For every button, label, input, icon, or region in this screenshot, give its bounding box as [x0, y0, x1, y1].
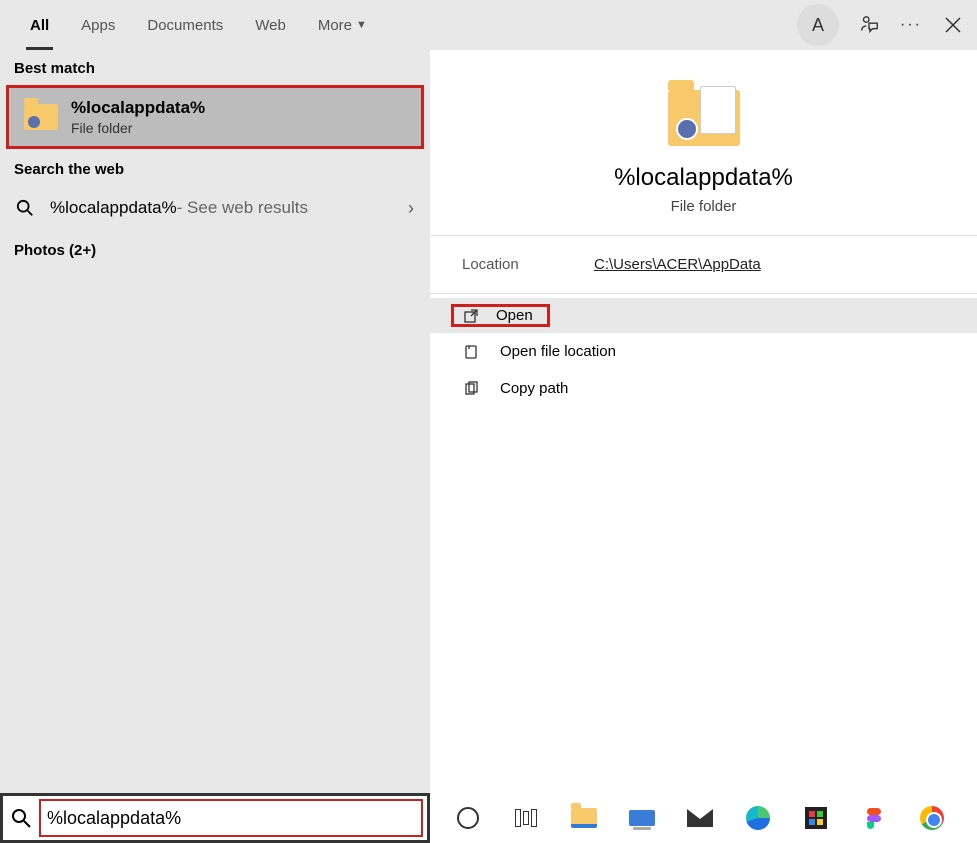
task-view-icon[interactable]: [512, 804, 540, 832]
cortana-icon[interactable]: [454, 804, 482, 832]
location-label: Location: [462, 256, 594, 273]
web-search-result[interactable]: %localappdata% - See web results ›: [0, 186, 430, 230]
chevron-right-icon: ›: [408, 198, 414, 219]
figma-icon[interactable]: [860, 804, 888, 832]
location-path[interactable]: C:\Users\ACER\AppData: [594, 256, 761, 273]
best-match-result[interactable]: %localappdata% File folder: [6, 85, 424, 149]
best-match-title: %localappdata%: [71, 98, 205, 118]
header-actions: A ···: [797, 0, 965, 50]
location-icon: [462, 344, 480, 360]
feedback-icon[interactable]: [857, 13, 881, 37]
action-copy-path[interactable]: Copy path: [430, 370, 977, 407]
edge-icon[interactable]: [744, 804, 772, 832]
best-match-heading: Best match: [0, 50, 430, 85]
search-web-heading: Search the web: [0, 151, 430, 186]
taskbar-icons: [430, 804, 946, 832]
user-avatar[interactable]: A: [797, 4, 839, 46]
folder-icon: [668, 90, 740, 146]
preview-title: %localappdata%: [614, 164, 793, 192]
action-open-location[interactable]: Open file location: [430, 333, 977, 370]
web-search-term: %localappdata%: [50, 198, 177, 218]
search-input[interactable]: [47, 808, 415, 829]
preview-panel: %localappdata% File folder Location C:\U…: [430, 50, 977, 793]
search-icon: [14, 199, 36, 217]
location-row: Location C:\Users\ACER\AppData: [430, 236, 977, 294]
action-copy-path-label: Copy path: [500, 380, 568, 397]
action-open[interactable]: Open: [430, 298, 977, 333]
best-match-subtitle: File folder: [71, 120, 205, 136]
chrome-icon[interactable]: [918, 804, 946, 832]
tab-documents[interactable]: Documents: [131, 0, 239, 50]
open-icon: [462, 308, 480, 324]
file-explorer-icon[interactable]: [570, 804, 598, 832]
category-tabs: All Apps Documents Web More▼: [14, 0, 383, 50]
tab-web[interactable]: Web: [239, 0, 302, 50]
search-header: All Apps Documents Web More▼ A ···: [0, 0, 977, 50]
keyboard-app-icon[interactable]: [628, 804, 656, 832]
web-search-suffix: - See web results: [177, 198, 308, 218]
copy-icon: [462, 381, 480, 397]
search-box[interactable]: [0, 793, 430, 843]
action-list: Open Open file location Copy path: [430, 294, 977, 411]
preview-subtitle: File folder: [671, 198, 737, 215]
close-icon[interactable]: [941, 13, 965, 37]
chevron-down-icon: ▼: [356, 19, 367, 31]
search-icon: [3, 808, 39, 828]
taskbar: [0, 793, 977, 843]
action-open-location-label: Open file location: [500, 343, 616, 360]
photos-heading[interactable]: Photos (2+): [0, 230, 430, 271]
action-open-label: Open: [496, 307, 533, 324]
folder-icon: [23, 99, 59, 135]
tab-all[interactable]: All: [14, 0, 65, 50]
tab-more[interactable]: More▼: [302, 0, 383, 50]
microsoft-store-icon[interactable]: [802, 804, 830, 832]
mail-icon[interactable]: [686, 804, 714, 832]
more-options-icon[interactable]: ···: [899, 13, 923, 37]
results-panel: Best match %localappdata% File folder Se…: [0, 50, 430, 793]
tab-apps[interactable]: Apps: [65, 0, 131, 50]
